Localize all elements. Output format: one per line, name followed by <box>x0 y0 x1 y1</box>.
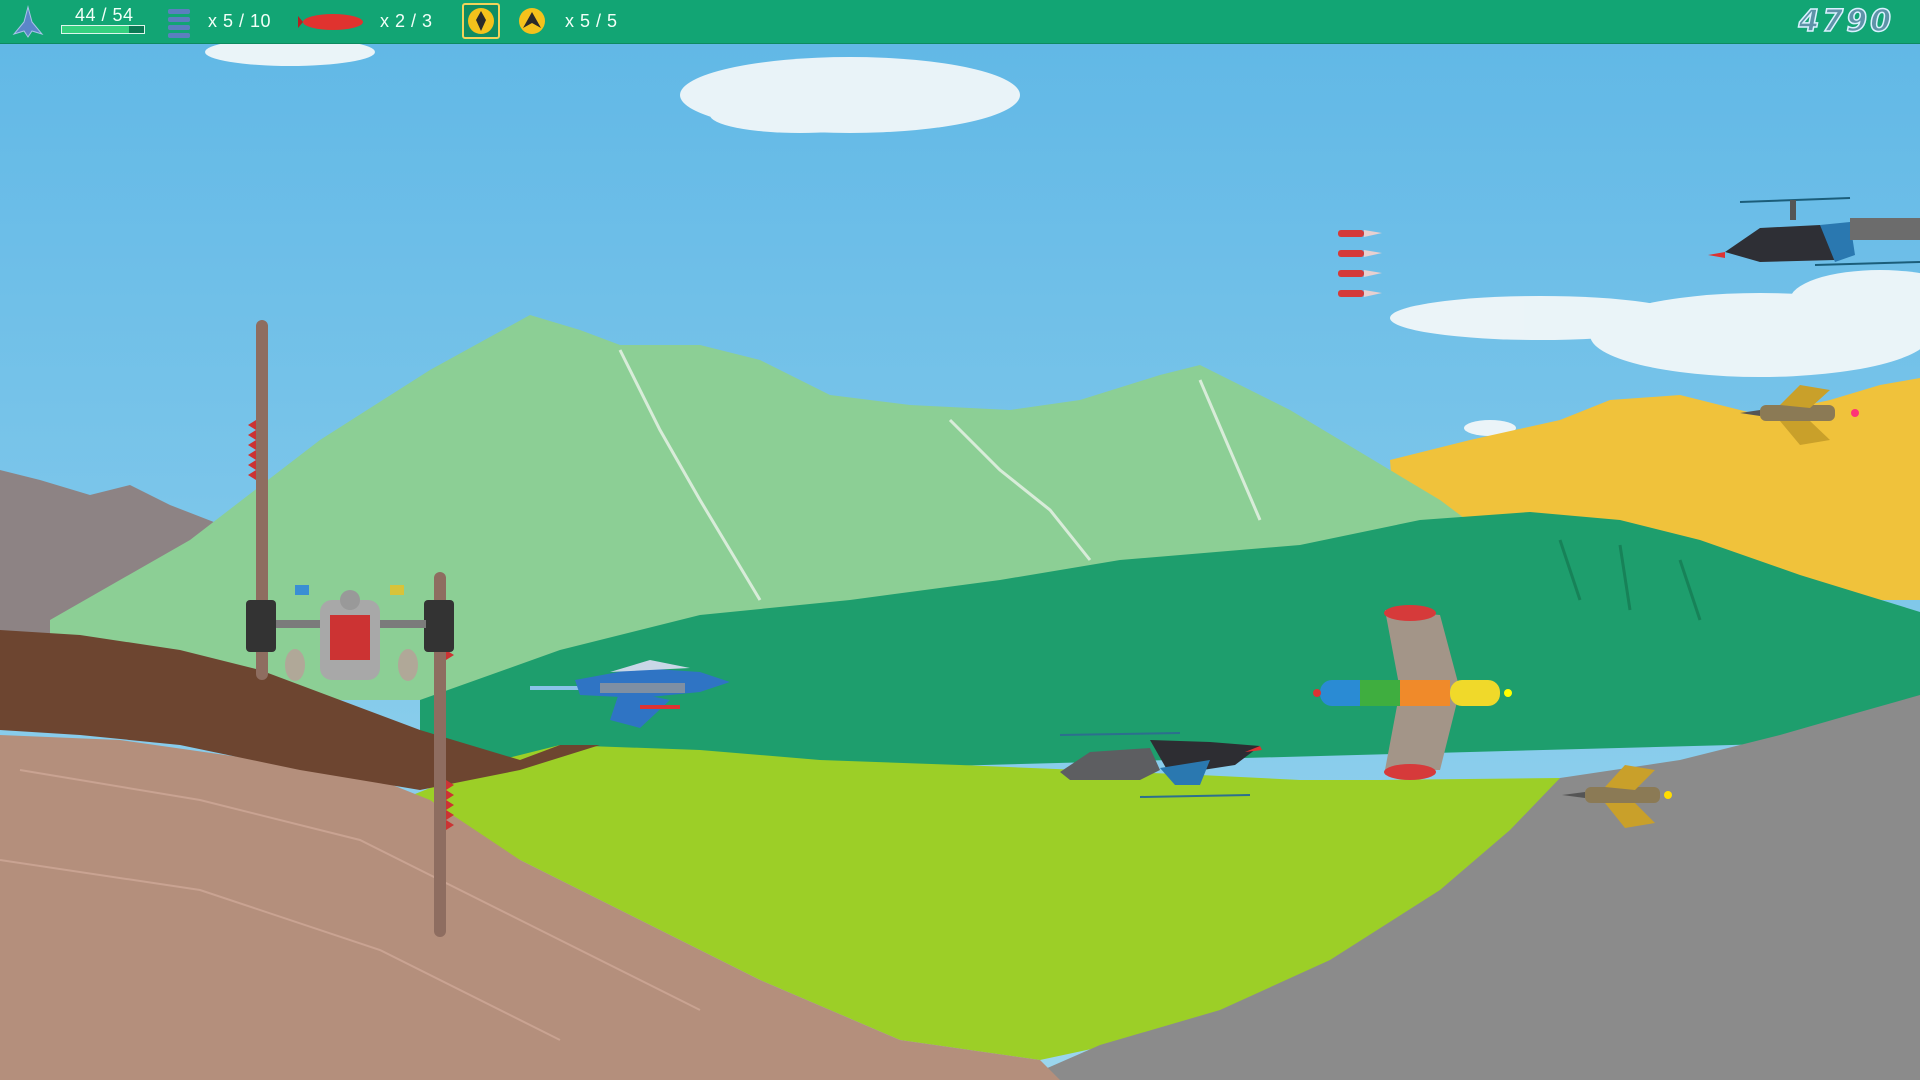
bombs-count: x 2 / 3 <box>380 11 433 31</box>
game-scene <box>0 0 1920 1080</box>
score-display: 4790 <box>1798 3 1894 40</box>
bomb-icon <box>298 0 368 43</box>
health-bar <box>61 25 145 34</box>
health-bar-fill <box>62 26 129 33</box>
special-count: x 5 / 5 <box>565 11 618 31</box>
special-ability-slot-1[interactable] <box>462 3 500 39</box>
missiles-count: x 5 / 10 <box>208 11 272 31</box>
health-text: 44 / 54 <box>75 5 134 25</box>
hud-bar: 44 / 54 x 5 / 10 x 2 / 3 x 5 / 5 4790 <box>0 0 1920 44</box>
special-ability-icon-2 <box>519 8 545 34</box>
missile-stack-icon <box>165 0 197 43</box>
player-ship-icon <box>10 0 46 43</box>
special-ability-slot-2[interactable] <box>513 3 551 39</box>
special-ability-icon-1 <box>468 8 494 34</box>
